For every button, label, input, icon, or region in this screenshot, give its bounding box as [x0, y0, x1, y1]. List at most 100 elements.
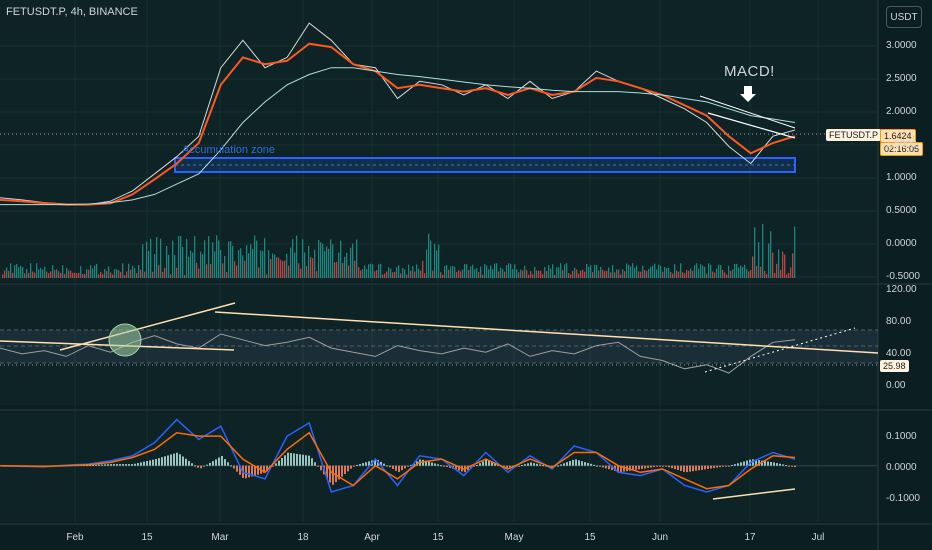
volume-bar [620, 274, 622, 278]
volume-bar [424, 273, 426, 278]
macd-histogram-bar [431, 462, 433, 466]
rsi-axis-label: 120.00 [886, 284, 917, 295]
volume-bar [556, 267, 558, 278]
macd-histogram-bar [569, 461, 571, 466]
volume-bar [108, 266, 110, 278]
volume-bar [120, 271, 122, 278]
volume-bar [314, 249, 316, 278]
currency-button[interactable]: USDT [886, 6, 922, 28]
macd-histogram-bar [536, 463, 538, 466]
volume-bar [98, 274, 100, 278]
volume-bar [600, 266, 602, 278]
volume-bar [346, 253, 348, 278]
macd-histogram-bar [662, 465, 664, 467]
volume-bar [580, 270, 582, 278]
macd-histogram-bar [173, 453, 175, 466]
macd-histogram-bar [290, 452, 292, 466]
symbol-title[interactable]: FETUSDT.P, 4h, BINANCE [6, 6, 138, 18]
volume-bar [94, 265, 96, 278]
macd-histogram-bar [644, 465, 646, 469]
chart-canvas[interactable] [0, 0, 932, 550]
macd-histogram-bar [209, 462, 211, 466]
macd-histogram-bar [206, 464, 208, 466]
macd-histogram-bar [110, 464, 112, 466]
volume-bar [696, 263, 698, 278]
volume-bar [748, 271, 750, 278]
volume-bar [32, 271, 34, 278]
volume-bar [22, 267, 24, 278]
macd-histogram-bar [311, 458, 313, 466]
macd-histogram-bar [737, 463, 739, 466]
volume-bar [124, 274, 126, 278]
volume-bar [524, 265, 526, 278]
volume-bar [254, 235, 256, 278]
macd-histogram-bar [704, 465, 706, 470]
volume-bar [416, 264, 418, 278]
volume-bar [324, 251, 326, 278]
volume-bar [380, 263, 382, 278]
volume-bar [298, 263, 300, 278]
macd-histogram-bar [788, 465, 790, 467]
volume-bar [498, 271, 500, 278]
volume-bar [48, 273, 50, 278]
volume-bar [256, 240, 258, 278]
macd-histogram-bar [194, 465, 196, 467]
volume-bar [182, 246, 184, 278]
macd-histogram-bar [530, 462, 532, 466]
price-axis-label: 2.5000 [886, 73, 917, 84]
volume-bar [732, 269, 734, 278]
volume-bar [694, 265, 696, 278]
volume-bar [400, 273, 402, 278]
volume-bar [542, 274, 544, 278]
macd-histogram-bar [227, 462, 229, 466]
volume-bar [624, 271, 626, 278]
volume-bar [636, 265, 638, 278]
volume-bar [492, 269, 494, 278]
macd-histogram-bar [389, 465, 391, 468]
volume-bar [520, 269, 522, 278]
x-tick-label: May [504, 532, 524, 543]
volume-bar [226, 272, 228, 278]
volume-bar [402, 268, 404, 278]
volume-bar [162, 271, 164, 278]
volume-bar [414, 271, 416, 278]
volume-bar [742, 266, 744, 278]
volume-bar [464, 263, 466, 278]
volume-bar [242, 255, 244, 278]
volume-bar [14, 265, 16, 278]
volume-bar [302, 239, 304, 278]
macd-histogram-bar [191, 463, 193, 466]
macd-histogram-bar [113, 464, 115, 466]
volume-bar [336, 261, 338, 278]
volume-bar [70, 270, 72, 278]
volume-bar [364, 265, 366, 278]
volume-bar [614, 272, 616, 278]
volume-bar [104, 269, 106, 278]
volume-bar [490, 265, 492, 278]
volume-bar [718, 264, 720, 278]
volume-bar [180, 236, 182, 278]
macd-histogram-bar [770, 461, 772, 466]
volume-bar [348, 265, 350, 278]
volume-bar [410, 270, 412, 278]
macd-histogram-bar [665, 465, 667, 467]
volume-bar [660, 265, 662, 278]
volume-bar [40, 267, 42, 278]
volume-bar [794, 226, 796, 278]
volume-bar [522, 270, 524, 278]
accumulation-zone-label: Accumulation zone [182, 144, 275, 156]
volume-bar [488, 269, 490, 278]
volume-bar [18, 267, 20, 278]
volume-bar [426, 249, 428, 278]
volume-bar [568, 273, 570, 278]
macd-histogram-bar [656, 465, 658, 467]
volume-bar [378, 264, 380, 278]
rsi-axis-label: 0.00 [886, 380, 906, 391]
volume-bar [382, 274, 384, 278]
volume-bar [494, 263, 496, 278]
macd-histogram-bar [443, 465, 445, 467]
volume-bar [210, 264, 212, 278]
macd-histogram-bar [170, 454, 172, 466]
volume-bar [750, 270, 752, 278]
price-panel-bg [0, 0, 878, 282]
